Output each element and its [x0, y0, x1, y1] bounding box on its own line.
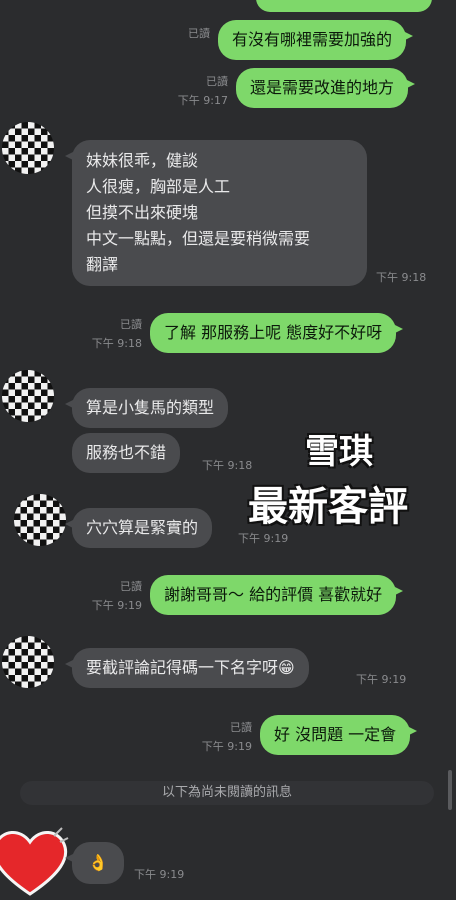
message-bubble-incoming[interactable]: 妹妹很乖，健談 人很瘦，胸部是人工 但摸不出來硬塊 中文一點點，但還是要稍微需要… — [65, 140, 367, 286]
message-bubble-incoming[interactable]: 算是小隻馬的類型 — [64, 388, 229, 428]
read-receipt: 已讀 — [188, 27, 210, 40]
contact-avatar[interactable] — [2, 370, 54, 422]
message-time: 下午 9:19 — [91, 599, 142, 612]
message-line: 中文一點點，但還是要稍微需要 — [86, 229, 311, 248]
message-time: 下午 9:18 — [376, 271, 427, 284]
message-bubble-incoming[interactable]: 要截評論記得碼一下名字呀😁 — [65, 648, 309, 688]
contact-avatar[interactable] — [2, 122, 54, 174]
message-line: 妹妹很乖，健談 — [86, 151, 199, 170]
message-time: 下午 9:18 — [202, 459, 253, 472]
message-line: 但摸不出來硬塊 — [86, 203, 199, 222]
contact-avatar[interactable] — [2, 636, 54, 688]
message-bubble-incoming[interactable]: 穴穴算是緊實的 — [64, 508, 213, 548]
message-time: 下午 9:19 — [356, 673, 407, 686]
message-bubble-outgoing[interactable]: 好 沒問題 一定會 — [260, 715, 418, 755]
message-bubble-outgoing[interactable]: 有沒有哪裡需要加強的 — [218, 20, 414, 60]
message-bubble-outgoing[interactable] — [256, 0, 432, 12]
read-receipt: 已讀 — [120, 580, 142, 593]
message-time: 下午 9:19 — [134, 868, 185, 881]
message-time: 下午 9:19 — [201, 740, 252, 753]
message-time: 下午 9:19 — [238, 532, 289, 545]
read-receipt: 已讀 — [120, 318, 142, 331]
message-time: 下午 9:17 — [177, 94, 228, 107]
message-bubble-outgoing[interactable]: 了解 那服務上呢 態度好不好呀 — [150, 313, 404, 353]
overlay-subtitle: 最新客評 — [248, 484, 408, 530]
message-time: 下午 9:18 — [91, 337, 142, 350]
message-bubble-outgoing[interactable]: 還是需要改進的地方 — [236, 68, 416, 108]
read-receipt: 已讀 — [206, 75, 228, 88]
message-line: 人很瘦，胸部是人工 — [86, 177, 231, 196]
contact-avatar[interactable] — [14, 494, 66, 546]
read-receipt: 已讀 — [230, 721, 252, 734]
heart-sticker-icon — [0, 827, 69, 896]
scrollbar[interactable] — [448, 770, 452, 810]
message-bubble-incoming[interactable]: 服務也不錯 — [72, 433, 181, 473]
message-bubble-incoming[interactable]: 👌 — [65, 842, 124, 884]
unread-divider: 以下為尚未閱讀的訊息 — [20, 781, 434, 805]
overlay-title: 雪琪 — [305, 432, 373, 472]
message-bubble-outgoing[interactable]: 謝謝哥哥～ 給的評價 喜歡就好 — [150, 575, 404, 615]
message-line: 翻譯 — [86, 255, 119, 274]
